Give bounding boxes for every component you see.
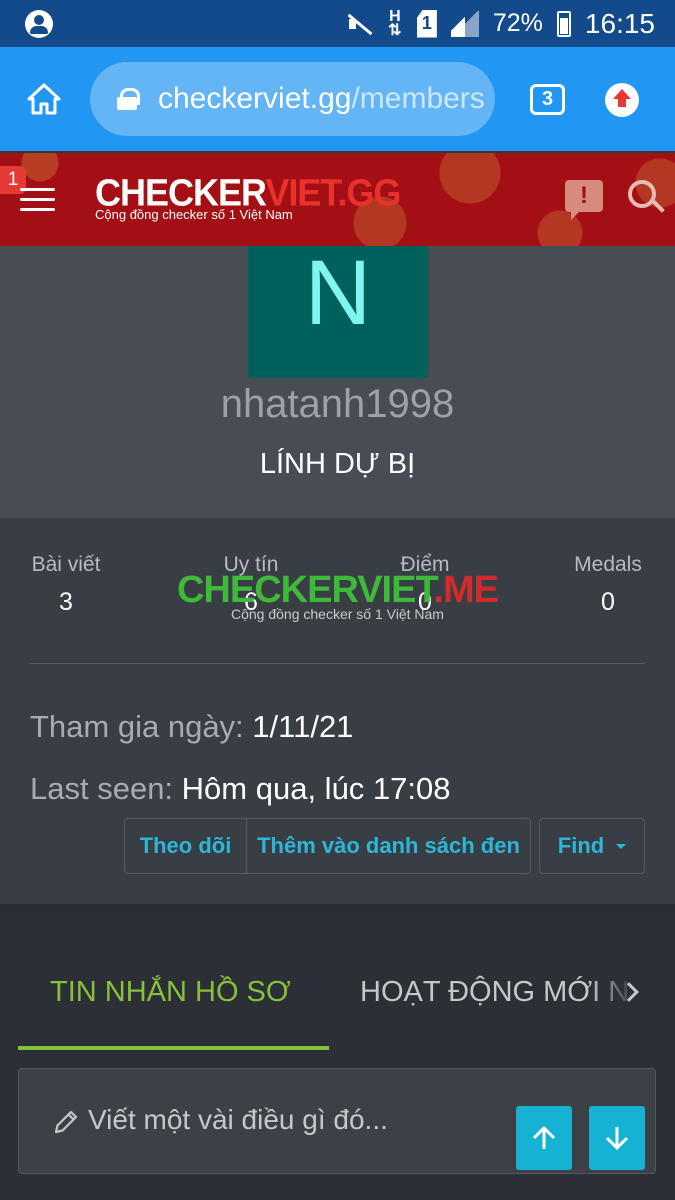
last-seen-row: Last seen: Hôm qua, lúc 17:08 [30,771,451,807]
joined-row: Tham gia ngày: 1/11/21 [30,709,353,745]
joined-value: 1/11/21 [252,709,354,744]
stat-label: Bài viết [31,553,101,576]
block-button[interactable]: Thêm vào danh sách đen [246,818,531,874]
network-type-icon: H ⇅ [388,7,402,39]
mute-icon [347,13,373,35]
site-logo[interactable]: CHECKERVIET.GG Cộng đồng checker số 1 Vi… [95,174,401,222]
scroll-up-button[interactable] [516,1106,572,1170]
stat-label: Điểm [400,553,450,576]
battery-icon [556,10,571,37]
stat-value: 0 [418,588,432,616]
battery-percent: 72% [492,9,543,37]
user-rank: LÍNH DỰ BỊ [259,448,416,480]
avatar[interactable]: N [248,246,428,378]
scroll-down-button[interactable] [589,1106,645,1170]
find-button[interactable]: Find [539,818,645,874]
logo-text-white: CHECKER [95,170,266,214]
signal-icon [450,10,479,37]
stat-value: 3 [59,588,73,616]
pencil-icon [54,1110,78,1134]
composer-placeholder: Viết một vài điều gì đó... [88,1104,388,1135]
stat-posts[interactable]: Bài viết 3 [0,553,136,617]
stat-medals[interactable]: Medals 0 [538,553,675,617]
tab-profile-posts[interactable]: TIN NHẮN HỒ SƠ [50,976,291,1009]
tab-latest-activity[interactable]: HOẠT ĐỘNG MỚI N [360,976,629,1009]
arrow-down-icon [605,1127,629,1151]
divider [30,663,645,664]
clock: 16:15 [584,7,655,39]
upload-icon[interactable] [605,83,639,117]
hamburger-menu-icon[interactable] [20,188,55,212]
stat-value: 6 [244,588,258,616]
account-icon [25,10,53,38]
lock-icon [117,88,140,110]
stat-points[interactable]: Điểm 0 [355,553,495,617]
url-path: /members [351,82,485,115]
stat-label: Uy tín [223,553,279,576]
stat-label: Medals [574,553,642,576]
follow-button[interactable]: Theo dõi [124,818,247,874]
url-text[interactable]: checkerviet.gg/members [158,62,485,136]
url-host: checkerviet.gg [158,82,352,115]
tabs-count-button[interactable]: 3 [530,84,565,115]
network-type-label: H [389,7,401,25]
stat-value: 0 [601,588,615,616]
status-bar: H ⇅ 1 72% 16:15 [0,0,675,47]
joined-label: Tham gia ngày: [30,709,244,744]
chat-alert-icon[interactable] [565,180,603,220]
address-bar[interactable]: checkerviet.gg/members [90,62,495,136]
search-icon[interactable] [628,180,664,216]
username: nhatanh1998 [220,382,455,426]
caret-down-icon [616,843,627,849]
arrow-up-icon [532,1125,556,1149]
stat-reputation[interactable]: Uy tín 6 [181,553,321,617]
logo-text-red: VIET.GG [265,170,401,214]
find-label: Find [557,833,605,858]
sim-icon: 1 [416,9,437,38]
last-seen-value: Hôm qua, lúc 17:08 [181,771,451,806]
home-icon[interactable] [27,83,61,115]
status-icons: H ⇅ 1 72% 16:15 [347,0,655,47]
browser-toolbar: checkerviet.gg/members 3 [0,47,675,151]
last-seen-label: Last seen: [30,771,174,806]
